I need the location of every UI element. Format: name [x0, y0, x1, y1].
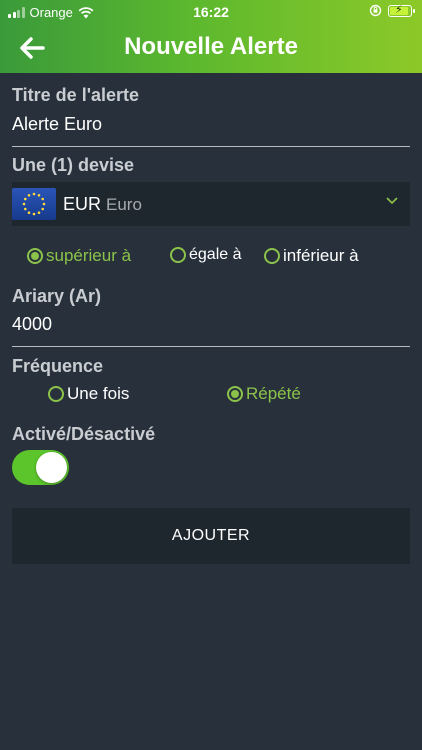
- radio-superieur[interactable]: supérieur à: [27, 246, 131, 266]
- radio-label: égale à: [189, 246, 242, 263]
- alert-title-label: Titre de l'alerte: [12, 85, 140, 105]
- status-bar: Orange 16:22 ⚡: [0, 0, 422, 24]
- page-title: Nouvelle Alerte: [124, 33, 298, 60]
- radio-unselected-icon: [48, 386, 64, 402]
- chevron-down-icon: [386, 197, 398, 205]
- divider: [12, 346, 410, 347]
- divider: [12, 146, 410, 147]
- radio-label: inférieur à: [283, 246, 359, 265]
- radio-label: Répété: [246, 384, 301, 403]
- currency-code: EUR: [63, 194, 102, 214]
- frequency-label: Fréquence: [12, 356, 104, 376]
- radio-unselected-icon: [264, 248, 280, 264]
- add-button[interactable]: AJOUTER: [12, 508, 410, 564]
- radio-selected-icon: [27, 248, 43, 264]
- battery-icon: ⚡: [388, 4, 415, 17]
- radio-repete[interactable]: Répété: [227, 384, 301, 404]
- amount-label: Ariary (Ar): [12, 286, 102, 306]
- radio-label: Une fois: [67, 384, 130, 403]
- radio-inferieur[interactable]: inférieur à: [264, 246, 359, 266]
- radio-unselected-icon: [170, 247, 186, 263]
- currency-select[interactable]: EUR Euro: [12, 182, 410, 226]
- app-header: Orange 16:22 ⚡ Nouvelle Alerte: [0, 0, 422, 73]
- currency-name: Euro: [106, 195, 142, 214]
- radio-egale[interactable]: égale à: [170, 246, 242, 264]
- radio-selected-icon: [227, 386, 243, 402]
- radio-label: supérieur à: [46, 246, 132, 265]
- amount-input[interactable]: 4000: [12, 314, 52, 335]
- eu-flag-icon: [12, 188, 56, 220]
- orientation-lock-icon: [369, 4, 382, 17]
- active-toggle[interactable]: [12, 450, 69, 485]
- radio-une-fois[interactable]: Une fois: [48, 384, 129, 404]
- active-label: Activé/Désactivé: [12, 424, 156, 444]
- currency-label: Une (1) devise: [12, 155, 135, 175]
- alert-title-input[interactable]: Alerte Euro: [12, 114, 102, 135]
- toggle-knob: [36, 452, 67, 483]
- status-time: 16:22: [193, 4, 229, 20]
